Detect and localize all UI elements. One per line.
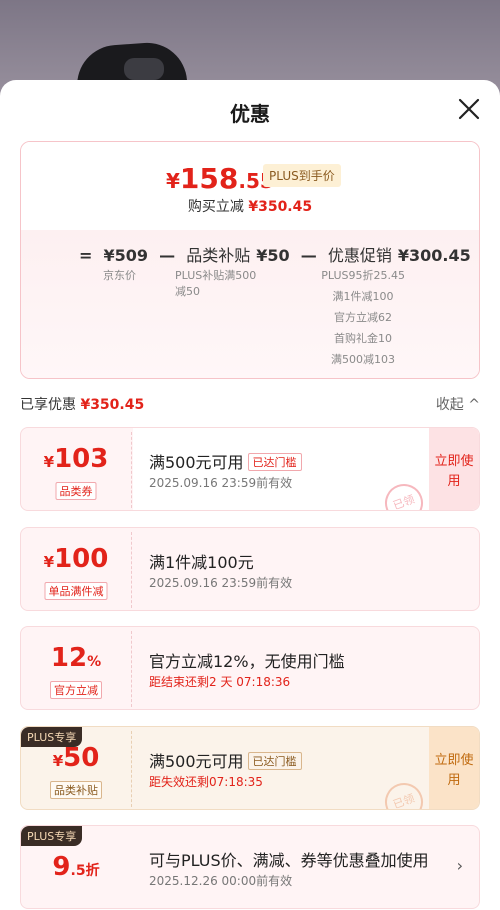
jd-price-label: 京东价 <box>103 269 136 282</box>
coupon-detail-area: 满500元可用 已达门槛 距失效还剩07:18:35 已领 立即使用 <box>133 727 479 809</box>
coupon-divider <box>131 731 132 807</box>
coupon-countdown: 距失效还剩07:18:35 <box>149 775 263 789</box>
formula-equals: = <box>79 246 93 265</box>
price-integer: 158 <box>179 162 239 195</box>
price-breakdown-card: ¥158.55 PLUS到手价 购买立减 ¥350.45 = ¥509 — 品类… <box>20 141 480 379</box>
coupon-detail-area: 可与PLUS价、满减、券等优惠叠加使用 2025.12.26 00:00前有效 … <box>133 826 479 908</box>
coupon-card: ¥103 品类券 满500元可用 已达门槛 2025.09.16 23:59前有效… <box>20 427 480 511</box>
coupon-number: 103 <box>54 444 109 474</box>
category-subsidy-amount: ¥50 <box>256 246 290 265</box>
coupon-divider <box>131 432 132 508</box>
coupon-amount: ¥50 <box>21 743 131 773</box>
coupon-title: 可与PLUS价、满减、券等优惠叠加使用 <box>149 851 429 870</box>
currency-symbol: ¥ <box>166 169 180 193</box>
promo-label: 优惠促销 <box>327 246 392 265</box>
coupon-amount: ¥103 <box>21 444 131 474</box>
coupon-title: 官方立减12%，无使用门槛 <box>149 652 345 671</box>
category-subsidy-label: 品类补贴 <box>186 246 251 265</box>
promo-detail-4: 首购礼金10 <box>334 332 392 345</box>
final-price: ¥158.55 <box>166 162 274 195</box>
coupon-currency: ¥ <box>52 752 64 770</box>
coupon-card: 12% 官方立减 官方立减12%，无使用门槛 距结束还剩2 天 07:18:36 <box>20 626 480 710</box>
formula-minus-2: — <box>300 246 317 265</box>
coupon-validity: 2025.09.16 23:59前有效 <box>149 576 293 590</box>
coupon-value-area: 12% 官方立减 <box>21 627 131 709</box>
coupon-divider <box>131 532 132 608</box>
promo-detail-2: 满1件减100 <box>332 290 394 303</box>
claimed-stamp: 已领 <box>379 777 429 809</box>
coupon-card: ¥100 单品满件减 满1件减100元 2025.09.16 23:59前有效 <box>20 527 480 611</box>
coupon-validity: 2025.12.26 00:00前有效 <box>149 874 293 888</box>
claimed-stamp: 已领 <box>379 478 429 510</box>
plus-price-tag: PLUS到手价 <box>263 164 341 187</box>
coupon-validity: 2025.09.16 23:59前有效 <box>149 476 293 490</box>
product-image-detail <box>124 58 164 80</box>
category-subsidy-detail: PLUS补贴满500减50 <box>175 269 257 298</box>
threshold-reached-tag: 已达门槛 <box>247 452 302 471</box>
plus-exclusive-badge: PLUS专享 <box>21 727 83 747</box>
promo-detail-5: 满500减103 <box>331 353 395 366</box>
coupon-currency: ¥ <box>43 553 55 571</box>
enjoyed-label: 已享优惠 ¥350.45 <box>20 397 144 413</box>
coupon-title-text: 满500元可用 <box>149 752 244 771</box>
price-formula: = ¥509 — 品类补贴 ¥50 — 优惠促销 ¥300.45 <box>79 242 477 266</box>
coupon-card: ¥50 品类补贴 PLUS专享 满500元可用 已达门槛 距失效还剩07:18:3… <box>20 726 480 810</box>
coupon-title: 满500元可用 已达门槛 <box>149 449 302 473</box>
coupon-title-text: 满500元可用 <box>149 453 244 472</box>
use-now-button[interactable]: 立即使用 <box>429 428 479 510</box>
coupon-number: 9 <box>52 852 71 882</box>
price-formula-section: = ¥509 — 品类补贴 ¥50 — 优惠促销 ¥300.45 京东价 PLUS补… <box>21 230 479 378</box>
coupon-divider <box>131 631 132 707</box>
collapse-button[interactable]: 收起 ^ <box>436 394 480 414</box>
coupon-unit: % <box>87 654 102 670</box>
coupon-countdown: 距结束还剩2 天 07:18:36 <box>149 675 291 689</box>
coupon-currency: ¥ <box>43 453 55 471</box>
chevron-right-icon[interactable]: › <box>457 856 463 875</box>
coupon-value-area: ¥100 单品满件减 <box>21 528 131 610</box>
bought-label: 购买立减 <box>187 199 244 215</box>
coupon-value-area: ¥103 品类券 <box>21 428 131 510</box>
sheet-title: 优惠 <box>230 102 270 126</box>
close-icon <box>458 98 480 120</box>
coupon-title: 满1件减100元 <box>149 553 254 572</box>
discount-sheet: 优惠 ¥158.55 PLUS到手价 购买立减 ¥350.45 = ¥509 —… <box>0 80 500 910</box>
coupon-type: 品类券 <box>55 482 97 500</box>
coupon-unit: .5折 <box>70 863 100 879</box>
bought-amount: ¥350.45 <box>248 199 313 215</box>
coupon-number: 12 <box>50 643 88 673</box>
coupon-detail-area: 官方立减12%，无使用门槛 距结束还剩2 天 07:18:36 <box>133 627 479 709</box>
enjoyed-label-text: 已享优惠 <box>20 397 76 413</box>
threshold-reached-tag: 已达门槛 <box>247 751 302 770</box>
coupon-card[interactable]: 9.5折 PLUS专享 可与PLUS价、满减、券等优惠叠加使用 2025.12.… <box>20 825 480 909</box>
coupon-type: 官方立减 <box>50 681 102 699</box>
coupon-type: 单品满件减 <box>44 582 108 600</box>
formula-minus-1: — <box>159 246 176 265</box>
coupon-detail-area: 满1件减100元 2025.09.16 23:59前有效 <box>133 528 479 610</box>
promo-detail-3: 官方立减62 <box>334 311 392 324</box>
promo-detail-1: PLUS95折25.45 <box>321 269 405 282</box>
coupon-amount: 9.5折 <box>21 852 131 882</box>
final-price-section: ¥158.55 PLUS到手价 购买立减 ¥350.45 <box>21 142 479 230</box>
enjoyed-amount: ¥350.45 <box>80 397 145 413</box>
coupon-amount: ¥100 <box>21 544 131 574</box>
coupon-number: 50 <box>63 743 100 773</box>
jd-price: ¥509 <box>103 246 149 265</box>
enjoyed-discount-row: 已享优惠 ¥350.45 收起 ^ <box>20 394 480 414</box>
coupon-type: 品类补贴 <box>50 781 102 799</box>
coupon-detail-area: 满500元可用 已达门槛 2025.09.16 23:59前有效 已领 立即使用 <box>133 428 479 510</box>
coupon-title: 满500元可用 已达门槛 <box>149 748 302 772</box>
plus-exclusive-badge: PLUS专享 <box>21 826 83 846</box>
bought-discount-line: 购买立减 ¥350.45 <box>21 196 479 216</box>
coupon-amount: 12% <box>21 643 131 673</box>
use-now-button[interactable]: 立即使用 <box>429 727 479 809</box>
close-button[interactable] <box>456 96 482 122</box>
promo-amount: ¥300.45 <box>397 246 471 265</box>
coupon-number: 100 <box>54 544 109 574</box>
